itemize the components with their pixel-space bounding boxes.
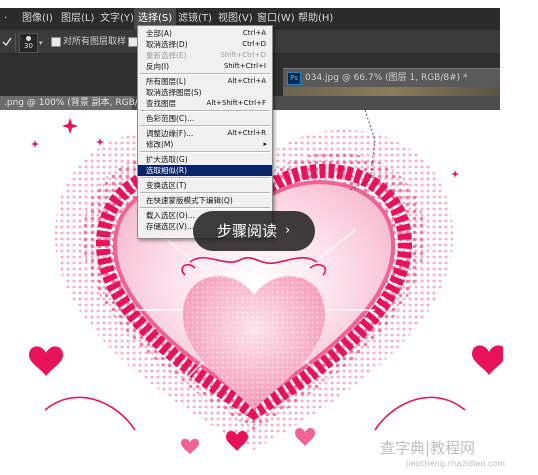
- menu-row-label: 全部(A): [146, 29, 172, 38]
- menu-row-quick-mask[interactable]: 在快速蒙版模式下编辑(Q): [138, 195, 272, 206]
- menu-row-transform-selection[interactable]: 变换选区(T): [138, 180, 272, 191]
- menu-row-label: 载入选区(O)...: [146, 211, 195, 220]
- select-menu-dropdown: 全部(A) Ctrl+A 取消选择(D) Ctrl+D 重新选择(E) Shif…: [137, 25, 273, 239]
- ps-icon: Ps: [287, 72, 301, 85]
- menu-row-shortcut: Alt+Ctrl+R: [227, 129, 266, 137]
- menu-row-label: 变换选区(T): [146, 181, 187, 190]
- menu-row-label: 取消选择图层(S): [146, 88, 202, 97]
- menu-row-inverse[interactable]: 反向(I) Shift+Ctrl+I: [138, 61, 272, 72]
- site-watermark: 查字典|教程网 jiaocheng.chazidian.com: [380, 437, 530, 473]
- document-window-034[interactable]: Ps 034.jpg @ 66.7% (图层 1, RGB/8#) *: [283, 68, 500, 87]
- document-title-034: 034.jpg @ 66.7% (图层 1, RGB/8#) *: [305, 73, 468, 83]
- menu-row-shortcut: Alt+Ctrl+A: [227, 77, 266, 85]
- small-heart-bottom-left: [181, 438, 199, 454]
- menu-row-similar[interactable]: 选取相似(R): [138, 165, 272, 176]
- menu-row-refine-edge[interactable]: 调整边缘(F)... Alt+Ctrl+R: [138, 128, 272, 139]
- photoshop-window: · 图像(I) 图层(L) 文字(Y) 选择(S) 滤镜(T) 视图(V) 窗口…: [0, 0, 538, 475]
- small-heart-left: [29, 346, 63, 376]
- toolbar-divider: [15, 33, 16, 51]
- menu-row-modify[interactable]: 修改(M) ▸: [138, 139, 272, 150]
- menu-type[interactable]: 文字(Y): [100, 8, 134, 30]
- menu-row-label: 重新选择(E): [146, 51, 187, 60]
- menu-image[interactable]: 图像(I): [22, 8, 53, 30]
- menu-row-label: 存储选区(V)...: [146, 222, 195, 231]
- menu-separator: [140, 207, 270, 209]
- menu-row-find-layers[interactable]: 查找图层 Alt+Shift+Ctrl+F: [138, 98, 272, 109]
- menu-separator: [140, 192, 270, 194]
- watermark-url-text: jiaocheng.chazidian.com: [406, 459, 506, 468]
- menu-layer[interactable]: 图层(L): [61, 8, 94, 30]
- menu-row-grow[interactable]: 扩大选取(G): [138, 154, 272, 165]
- brush-dot-icon: [26, 36, 31, 41]
- step-reading-label: 步骤阅读: [217, 222, 278, 240]
- brush-size-picker[interactable]: 30: [19, 33, 38, 53]
- menu-separator: [140, 125, 270, 127]
- menu-row-deselect-layers[interactable]: 取消选择图层(S): [138, 87, 272, 98]
- menu-row-label: 修改(M): [146, 140, 174, 149]
- step-reading-button[interactable]: 步骤阅读 ›: [193, 211, 315, 251]
- small-heart-bottom-right: [295, 427, 315, 446]
- menu-row-shortcut: Ctrl+A: [242, 29, 266, 37]
- menu-row-label: 所有图层(L): [146, 77, 187, 86]
- menu-partial-left[interactable]: ·: [4, 8, 7, 30]
- menu-separator: [140, 73, 270, 75]
- menu-row-shortcut: Alt+Shift+Ctrl+F: [206, 99, 266, 107]
- menu-row-color-range[interactable]: 色彩范围(C)...: [138, 113, 272, 124]
- document-tab-label: .png @ 100% (背景 副本, RGB/8) *: [4, 98, 155, 108]
- chevron-right-icon: ›: [285, 223, 291, 238]
- menu-row-shortcut: Ctrl+D: [242, 40, 266, 48]
- checkmark-icon[interactable]: [2, 36, 12, 48]
- menu-row-label: 选取相似(R): [146, 166, 188, 175]
- document-preview-strip: [283, 87, 500, 96]
- brush-size-value: 30: [24, 42, 33, 50]
- menu-row-shortcut: Shift+Ctrl+I: [223, 62, 266, 70]
- menu-row-label: 取消选择(D): [146, 40, 188, 49]
- menu-row-label: 色彩范围(C)...: [146, 114, 195, 123]
- menu-row-label: 反向(I): [146, 62, 170, 71]
- menu-row-label: 扩大选取(G): [146, 155, 188, 164]
- menu-row-all-layers[interactable]: 所有图层(L) Alt+Ctrl+A: [138, 76, 272, 87]
- menu-separator: [140, 177, 270, 179]
- menu-row-shortcut: Shift+Ctrl+D: [220, 51, 267, 59]
- menu-row-label: 查找图层: [146, 99, 176, 108]
- menu-row-label: 调整边缘(F)...: [146, 129, 194, 138]
- submenu-arrow-icon: ▸: [263, 140, 267, 148]
- sample-all-layers-checkbox[interactable]: [51, 37, 61, 47]
- menu-row-label: 在快速蒙版模式下编辑(Q): [146, 196, 233, 205]
- menu-row-deselect[interactable]: 取消选择(D) Ctrl+D: [138, 39, 272, 50]
- chevron-down-icon[interactable]: ▾: [39, 39, 43, 47]
- document-tab-active[interactable]: .png @ 100% (背景 副本, RGB/8) *: [0, 96, 154, 110]
- small-heart-right: [472, 345, 503, 375]
- menu-help[interactable]: 帮助(H): [298, 8, 333, 30]
- menu-row-select-all[interactable]: 全部(A) Ctrl+A: [138, 28, 272, 39]
- menu-separator: [140, 151, 270, 153]
- sample-all-layers-label: 对所有图层取样: [63, 37, 127, 47]
- menu-separator: [140, 110, 270, 112]
- menu-row-reselect: 重新选择(E) Shift+Ctrl+D: [138, 50, 272, 61]
- watermark-main-text: 查字典|教程网: [380, 439, 476, 457]
